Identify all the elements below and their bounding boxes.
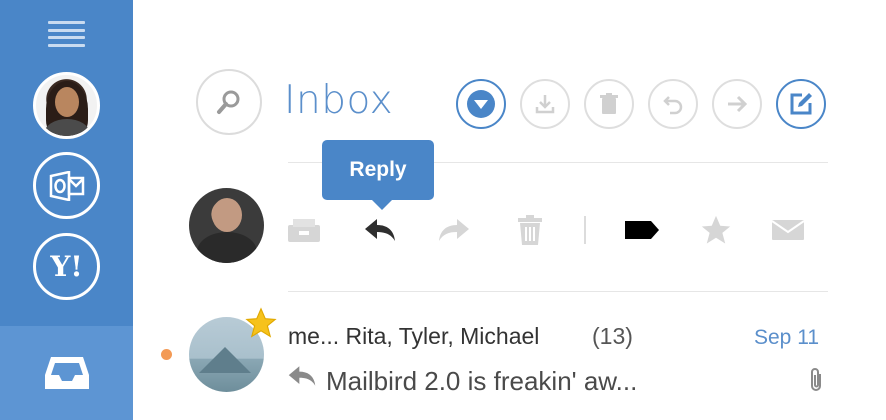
tag-icon — [625, 221, 659, 239]
compose-icon — [790, 93, 812, 115]
download-icon — [535, 95, 555, 114]
forward-icon — [439, 219, 469, 241]
delete-icon — [518, 215, 542, 245]
message-date: Sep 11 — [754, 326, 819, 349]
dropdown-icon — [467, 90, 495, 118]
hamburger-icon[interactable] — [48, 21, 85, 47]
message-count: (13) — [592, 323, 633, 349]
unread-indicator — [161, 349, 172, 360]
trash-icon — [600, 93, 618, 114]
replied-icon — [288, 366, 316, 386]
action-divider-bottom — [288, 291, 828, 292]
page-title: Inbox — [284, 78, 394, 123]
mail-icon — [771, 220, 805, 240]
forward-icon — [728, 95, 748, 113]
forward-button[interactable] — [712, 79, 762, 129]
sidebar: Y! — [0, 0, 133, 420]
forward-action-button[interactable] — [434, 210, 474, 250]
archive-icon — [288, 219, 320, 242]
trash-button[interactable] — [584, 79, 634, 129]
tag-button[interactable] — [622, 210, 662, 250]
reply-icon — [365, 219, 395, 241]
user-avatar[interactable] — [33, 72, 100, 139]
dropdown-button[interactable] — [456, 79, 506, 129]
mark-read-button[interactable] — [768, 210, 808, 250]
message-participants: me... Rita, Tyler, Michael — [288, 323, 540, 349]
star-button[interactable] — [696, 210, 736, 250]
yahoo-icon: Y! — [50, 250, 83, 283]
attachment-icon — [811, 368, 821, 391]
star-icon[interactable] — [244, 306, 278, 340]
undo-button[interactable] — [648, 79, 698, 129]
delete-button[interactable] — [510, 210, 550, 250]
star-icon — [701, 215, 731, 244]
archive-button[interactable] — [284, 210, 324, 250]
sender-avatar[interactable] — [189, 188, 264, 263]
compose-button[interactable] — [776, 79, 826, 129]
action-divider — [584, 216, 586, 244]
sidebar-item-inbox[interactable] — [0, 326, 133, 420]
search-button[interactable] — [196, 69, 262, 135]
yahoo-account-button[interactable]: Y! — [33, 233, 100, 300]
download-button[interactable] — [520, 79, 570, 129]
message-subject: Mailbird 2.0 is freakin' aw... — [326, 366, 638, 396]
outlook-account-button[interactable] — [33, 152, 100, 219]
inbox-tray-icon — [44, 357, 89, 389]
outlook-icon — [49, 170, 84, 201]
undo-icon — [663, 96, 683, 115]
reply-button[interactable] — [360, 210, 400, 250]
search-icon — [217, 90, 240, 114]
reply-tooltip: Reply — [322, 140, 434, 210]
